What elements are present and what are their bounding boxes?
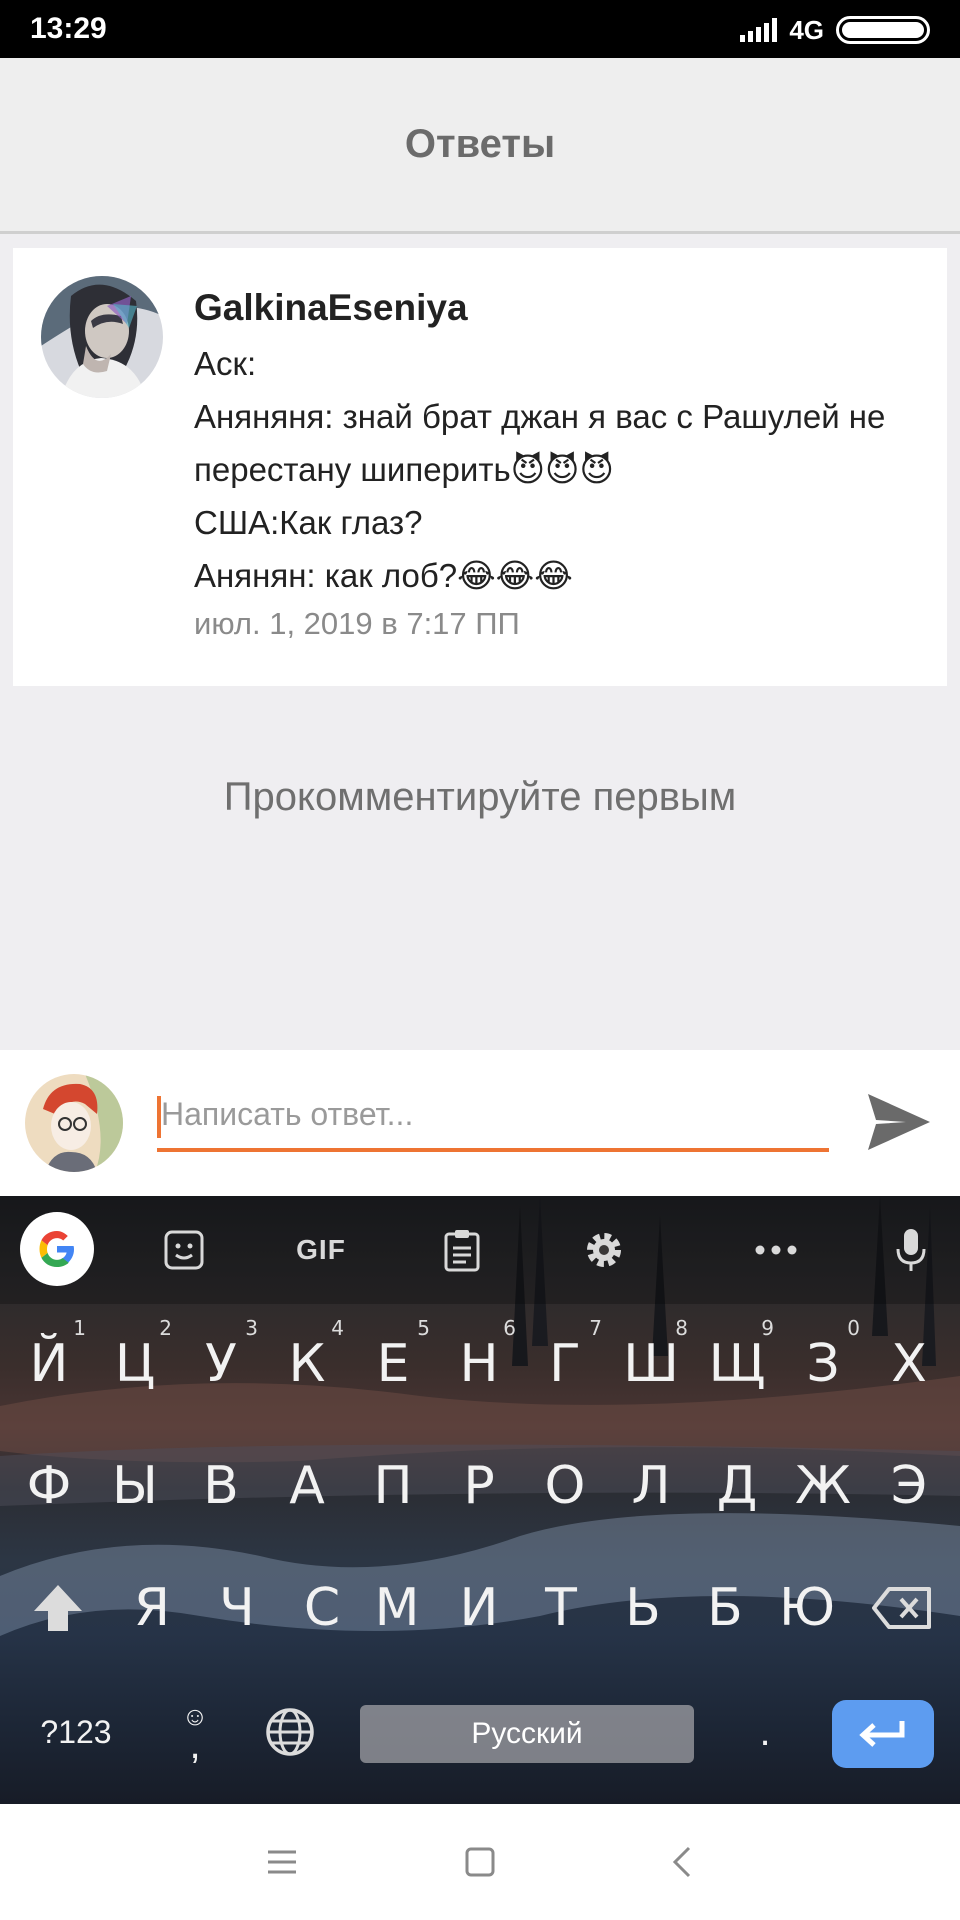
key[interactable]: Ь: [600, 1558, 686, 1658]
key[interactable]: Ч: [194, 1558, 280, 1658]
key[interactable]: Ж: [780, 1436, 866, 1536]
key[interactable]: Л: [608, 1436, 694, 1536]
post-author[interactable]: GalkinaEseniya: [194, 287, 934, 329]
key[interactable]: Г7: [522, 1314, 608, 1414]
key[interactable]: Е5: [350, 1314, 436, 1414]
key[interactable]: Х: [866, 1314, 952, 1414]
globe-icon: [266, 1708, 314, 1756]
battery-icon: [836, 16, 930, 44]
key[interactable]: О: [522, 1436, 608, 1536]
key[interactable]: И: [436, 1558, 522, 1658]
key-row-2: Ф Ы В А П Р О Л Д Ж Э: [0, 1436, 960, 1556]
back-chevron-icon: [672, 1846, 691, 1878]
key[interactable]: А: [264, 1436, 350, 1536]
key[interactable]: Ф: [6, 1436, 92, 1536]
menu-lines-icon: [268, 1850, 296, 1874]
more-options-icon[interactable]: [752, 1226, 800, 1274]
soft-keyboard: GIF Й1 Ц2 У3 К4 Е5 Н6 Г7 Ш8 Щ9 З0 Х Ф Ы …: [0, 1196, 960, 1804]
microphone-icon[interactable]: [887, 1226, 935, 1274]
key[interactable]: П: [350, 1436, 436, 1536]
key[interactable]: Ц2: [92, 1314, 178, 1414]
send-icon: [868, 1094, 930, 1150]
keyboard-toolbar: GIF: [0, 1196, 960, 1304]
key[interactable]: Ю: [764, 1558, 850, 1658]
key[interactable]: Т: [518, 1558, 604, 1658]
text-cursor: [157, 1096, 161, 1138]
send-button[interactable]: [862, 1086, 934, 1158]
key[interactable]: В: [178, 1436, 264, 1536]
key-row-3: Я Ч С М И Т Ь Б Ю: [0, 1558, 960, 1678]
key[interactable]: Щ9: [694, 1314, 780, 1414]
post-text-line: Аск:: [194, 344, 257, 382]
key[interactable]: Д: [694, 1436, 780, 1536]
key[interactable]: Й1: [6, 1314, 92, 1414]
menu-button[interactable]: [254, 1834, 310, 1890]
home-button[interactable]: [452, 1834, 508, 1890]
app-header: Ответы: [0, 58, 960, 234]
key[interactable]: С: [279, 1558, 365, 1658]
status-bar: 13:29 4G: [0, 0, 960, 58]
author-avatar[interactable]: [41, 276, 163, 398]
space-bar[interactable]: Русский: [360, 1705, 694, 1763]
post-text-line: Аняняня: знай брат джан я вас с Рашулей …: [194, 397, 886, 435]
enter-key[interactable]: [832, 1700, 934, 1768]
comma-label: ,: [189, 1723, 201, 1767]
settings-gear-icon[interactable]: [580, 1226, 628, 1274]
key[interactable]: Ш8: [608, 1314, 694, 1414]
emoji-comma-key[interactable]: ☺ ,: [160, 1686, 230, 1776]
home-square-icon: [465, 1847, 495, 1877]
reply-bar: [0, 1050, 960, 1196]
key[interactable]: Р: [436, 1436, 522, 1536]
clipboard-icon[interactable]: [438, 1226, 486, 1274]
post-text-line: США:Как глаз?: [194, 503, 423, 541]
shift-key[interactable]: [22, 1558, 94, 1658]
key[interactable]: Э: [866, 1436, 952, 1536]
key[interactable]: У3: [178, 1314, 264, 1414]
post-body: GalkinaEseniya Аск: Аняняня: знай брат д…: [194, 287, 934, 644]
key[interactable]: М: [354, 1558, 440, 1658]
key[interactable]: Я: [109, 1558, 195, 1658]
status-time: 13:29: [30, 12, 107, 45]
backspace-icon: [872, 1587, 931, 1629]
google-search-button[interactable]: [20, 1212, 94, 1286]
key[interactable]: Ы: [92, 1436, 178, 1536]
post-card: GalkinaEseniya Аск: Аняняня: знай брат д…: [13, 248, 947, 686]
back-button[interactable]: [654, 1834, 710, 1890]
google-g-icon: [39, 1231, 74, 1267]
post-text-line: Анянян: как лоб?😂😂😂: [194, 556, 573, 594]
post-date: июл. 1, 2019 в 7:17 ПП: [194, 605, 520, 641]
key[interactable]: Н6: [436, 1314, 522, 1414]
language-switch-key[interactable]: [258, 1700, 322, 1764]
signal-icon: [740, 18, 778, 42]
backspace-key[interactable]: [862, 1558, 942, 1658]
key-row-1: Й1 Ц2 У3 К4 Е5 Н6 Г7 Ш8 Щ9 З0 Х: [0, 1314, 960, 1434]
system-nav-bar: [0, 1804, 960, 1920]
post-text-line: перестану шиперить😈😈😈: [194, 450, 614, 488]
empty-comments-text: Прокомментируйте первым: [223, 775, 737, 819]
shift-icon: [34, 1585, 82, 1631]
symbols-key[interactable]: ?123: [20, 1696, 132, 1768]
key[interactable]: К4: [264, 1314, 350, 1414]
enter-arrow-icon: [859, 1721, 905, 1747]
key[interactable]: З0: [780, 1314, 866, 1414]
page-title: Ответы: [404, 122, 556, 166]
status-icons: 4G: [740, 14, 930, 46]
my-avatar: [25, 1074, 123, 1172]
period-key[interactable]: .: [742, 1696, 788, 1768]
network-type: 4G: [789, 14, 824, 45]
reply-input[interactable]: [157, 1080, 829, 1152]
gif-button[interactable]: GIF: [292, 1226, 350, 1274]
key[interactable]: Б: [682, 1558, 768, 1658]
sticker-icon[interactable]: [160, 1226, 208, 1274]
